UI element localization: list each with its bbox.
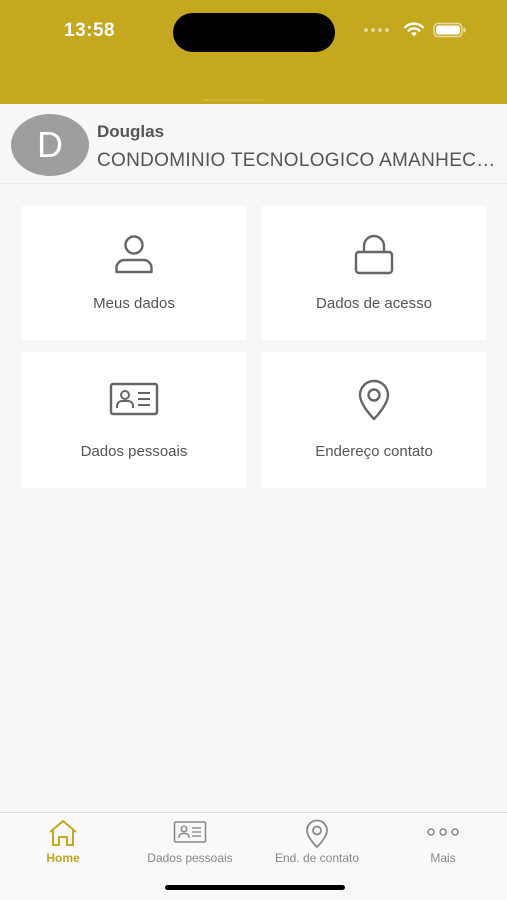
wifi-icon bbox=[404, 22, 424, 37]
menu-card-dados-de-acesso[interactable]: Dados de acesso bbox=[262, 206, 486, 340]
tab-label: Dados pessoais bbox=[147, 851, 233, 865]
tab-label: End. de contato bbox=[274, 851, 360, 865]
signal-dots-icon bbox=[364, 28, 389, 32]
menu-card-meus-dados[interactable]: Meus dados bbox=[22, 206, 246, 340]
menu-card-endereco-contato[interactable]: Endereço contato bbox=[262, 352, 486, 488]
status-icons bbox=[364, 22, 467, 38]
menu-card-dados-pessoais[interactable]: Dados pessoais bbox=[22, 352, 246, 488]
id-card-icon bbox=[109, 382, 159, 416]
tab-label: Mais bbox=[430, 851, 456, 865]
menu-card-label: Endereço contato bbox=[315, 443, 433, 460]
tab-label: Home bbox=[46, 851, 80, 865]
battery-icon bbox=[433, 22, 466, 38]
home-icon bbox=[49, 820, 77, 846]
location-pin-icon bbox=[306, 819, 328, 848]
status-time: 13:58 bbox=[64, 20, 116, 41]
menu-card-label: Meus dados bbox=[93, 295, 175, 312]
id-card-icon bbox=[173, 821, 207, 843]
menu-card-label: Dados de acesso bbox=[316, 295, 432, 312]
header-divider bbox=[203, 99, 263, 101]
location-pin-icon bbox=[358, 379, 390, 421]
tab-home[interactable]: Home bbox=[0, 813, 126, 873]
profile-condominium: CONDOMINIO TECNOLOGICO AMANHECER bbox=[97, 150, 497, 171]
lock-icon bbox=[354, 234, 394, 275]
profile-header: D Douglas CONDOMINIO TECNOLOGICO AMANHEC… bbox=[0, 104, 507, 184]
dynamic-island bbox=[173, 13, 335, 52]
home-indicator bbox=[165, 885, 345, 890]
user-icon bbox=[115, 235, 153, 274]
tab-dados-pessoais[interactable]: Dados pessoais bbox=[127, 813, 253, 873]
menu-card-label: Dados pessoais bbox=[80, 443, 188, 460]
tab-end-de-contato[interactable]: End. de contato bbox=[254, 813, 380, 873]
app-header: 13:58 bbox=[0, 0, 507, 104]
profile-name: Douglas bbox=[97, 122, 165, 141]
more-icon bbox=[427, 828, 459, 836]
avatar: D bbox=[11, 114, 89, 176]
tab-mais[interactable]: Mais bbox=[380, 813, 506, 873]
